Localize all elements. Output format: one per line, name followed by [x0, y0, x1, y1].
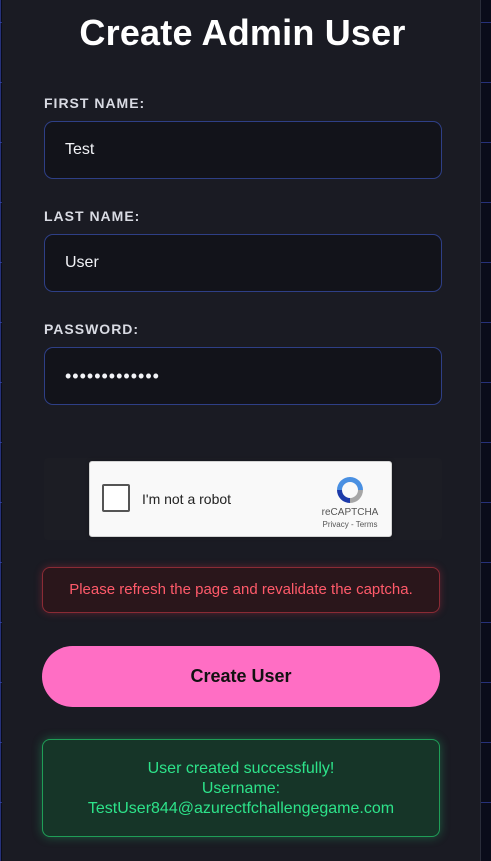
password-input[interactable]: ••••••••••••• [44, 347, 442, 405]
create-user-button[interactable]: Create User [42, 646, 440, 707]
success-username: TestUser844@azurectfchallengegame.com [87, 800, 395, 817]
page-title: Create Admin User [79, 12, 406, 53]
recaptcha-checkbox[interactable] [102, 484, 130, 512]
success-message: User created successfully! Username: Tes… [42, 739, 440, 837]
error-message: Please refresh the page and revalidate t… [42, 567, 440, 613]
recaptcha-widget: I'm not a robot reCAPTCHA Privacy - Term… [89, 461, 392, 537]
success-line-1: User created successfully! [147, 760, 335, 777]
last-name-label: LAST NAME: [44, 208, 141, 224]
first-name-label: FIRST NAME: [44, 95, 146, 111]
recaptcha-brand: reCAPTCHA [321, 507, 379, 518]
first-name-input[interactable]: Test [44, 121, 442, 179]
success-line-2: Username: [201, 780, 281, 797]
password-label: PASSWORD: [44, 321, 140, 337]
recaptcha-label: I'm not a robot [142, 491, 232, 507]
last-name-input[interactable]: User [44, 234, 442, 292]
create-user-panel: Create Admin User FIRST NAME: Test LAST … [2, 0, 481, 861]
recaptcha-links[interactable]: Privacy - Terms [314, 520, 386, 529]
recaptcha-logo-icon [337, 477, 363, 503]
